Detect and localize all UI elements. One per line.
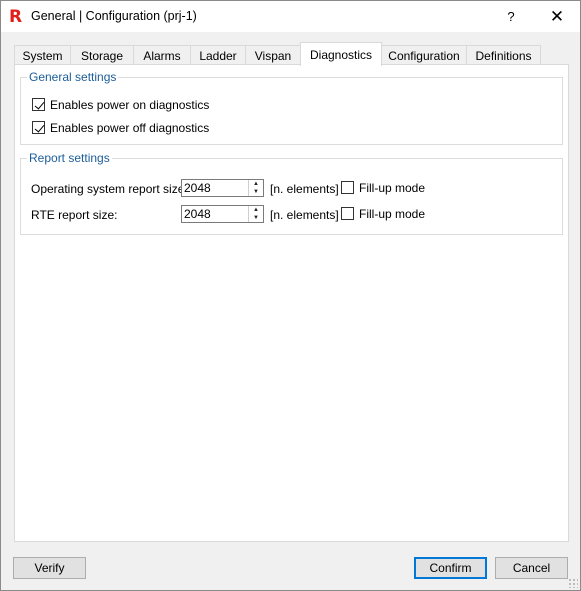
power-off-diagnostics-checkbox[interactable] bbox=[32, 121, 45, 134]
rte-report-size-value[interactable]: 2048 bbox=[184, 207, 211, 221]
cancel-button[interactable]: Cancel bbox=[495, 557, 568, 579]
configuration-dialog: R General | Configuration (prj-1) ? ✕ Sy… bbox=[0, 0, 581, 591]
report-settings-title: Report settings bbox=[27, 151, 112, 165]
help-button[interactable]: ? bbox=[488, 1, 534, 32]
os-report-size-label: Operating system report size: bbox=[31, 182, 188, 196]
window-title: General | Configuration (prj-1) bbox=[31, 9, 197, 23]
tab-definitions[interactable]: Definitions bbox=[466, 45, 541, 65]
tab-system[interactable]: System bbox=[14, 45, 71, 65]
general-settings-group: General settings Enables power on diagno… bbox=[20, 70, 563, 145]
spin-up-icon[interactable]: ▲ bbox=[249, 180, 263, 188]
power-on-diagnostics-checkbox[interactable] bbox=[32, 98, 45, 111]
os-fillup-mode-checkbox[interactable] bbox=[341, 181, 354, 194]
power-on-diagnostics-label: Enables power on diagnostics bbox=[50, 98, 210, 112]
tab-storage[interactable]: Storage bbox=[70, 45, 134, 65]
power-off-diagnostics-label: Enables power off diagnostics bbox=[50, 121, 210, 135]
tab-ladder[interactable]: Ladder bbox=[190, 45, 246, 65]
title-bar: R General | Configuration (prj-1) ? ✕ bbox=[1, 1, 580, 32]
rte-report-size-unit: [n. elements] bbox=[270, 208, 339, 222]
os-report-size-value[interactable]: 2048 bbox=[184, 181, 211, 195]
os-report-size-spin-buttons[interactable]: ▲ ▼ bbox=[248, 180, 263, 196]
tab-alarms[interactable]: Alarms bbox=[133, 45, 191, 65]
verify-button[interactable]: Verify bbox=[13, 557, 86, 579]
tab-vispan[interactable]: Vispan bbox=[245, 45, 301, 65]
diagnostics-panel: General settings Enables power on diagno… bbox=[14, 64, 569, 542]
confirm-button[interactable]: Confirm bbox=[414, 557, 487, 579]
close-button[interactable]: ✕ bbox=[534, 1, 580, 32]
app-logo-icon: R bbox=[9, 7, 23, 27]
resize-grip-icon[interactable] bbox=[568, 578, 578, 588]
spin-down-icon[interactable]: ▼ bbox=[249, 214, 263, 222]
rte-fillup-mode-label: Fill-up mode bbox=[359, 207, 426, 221]
report-settings-group: Report settings Operating system report … bbox=[20, 151, 563, 235]
spin-down-icon[interactable]: ▼ bbox=[249, 188, 263, 196]
general-settings-title: General settings bbox=[27, 70, 119, 84]
rte-report-size-label: RTE report size: bbox=[31, 208, 118, 222]
rte-report-size-spin-buttons[interactable]: ▲ ▼ bbox=[248, 206, 263, 222]
spin-up-icon[interactable]: ▲ bbox=[249, 206, 263, 214]
tab-configuration[interactable]: Configuration bbox=[381, 45, 467, 65]
rte-fillup-mode-checkbox[interactable] bbox=[341, 207, 354, 220]
rte-report-size-spinner[interactable]: 2048 ▲ ▼ bbox=[181, 205, 264, 223]
os-fillup-mode-label: Fill-up mode bbox=[359, 181, 426, 195]
os-report-size-spinner[interactable]: 2048 ▲ ▼ bbox=[181, 179, 264, 197]
os-report-size-unit: [n. elements] bbox=[270, 182, 339, 196]
tab-diagnostics[interactable]: Diagnostics bbox=[300, 42, 382, 66]
